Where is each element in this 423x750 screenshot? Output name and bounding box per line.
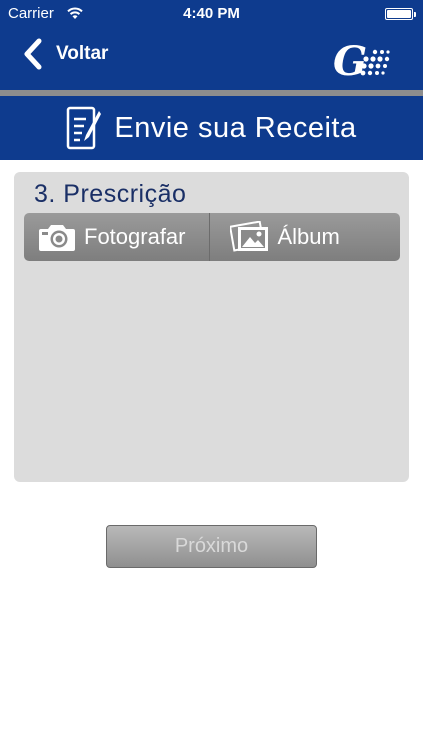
section-title: 3. Prescrição — [34, 180, 187, 208]
page-title: Envie sua Receita — [114, 111, 357, 144]
status-bar: Carrier 4:40 PM — [0, 0, 423, 28]
album-label: Álbum — [277, 224, 340, 249]
take-photo-button[interactable]: Fotografar — [24, 213, 210, 261]
status-time: 4:40 PM — [183, 5, 240, 22]
photo-source-segmented-control: Fotografar Álbum — [24, 213, 400, 261]
svg-text:G: G — [333, 38, 367, 85]
camera-icon — [39, 225, 75, 251]
document-edit-icon — [67, 106, 102, 150]
photo-album-icon — [229, 221, 268, 252]
back-button[interactable]: Voltar — [22, 38, 108, 70]
back-button-label: Voltar — [56, 43, 109, 64]
brand-logo-icon: G — [333, 38, 390, 85]
chevron-left-icon — [24, 38, 42, 70]
navigation-bar: Carrier 4:40 PM Voltar G — [0, 0, 423, 90]
prescription-card: 3. Prescrição Fotografar Álbum — [14, 172, 409, 482]
take-photo-label: Fotografar — [84, 224, 186, 249]
album-button[interactable]: Álbum — [210, 213, 401, 261]
battery-icon — [385, 8, 416, 20]
page-header: Envie sua Receita — [0, 96, 423, 160]
next-button[interactable]: Próximo — [106, 525, 317, 568]
